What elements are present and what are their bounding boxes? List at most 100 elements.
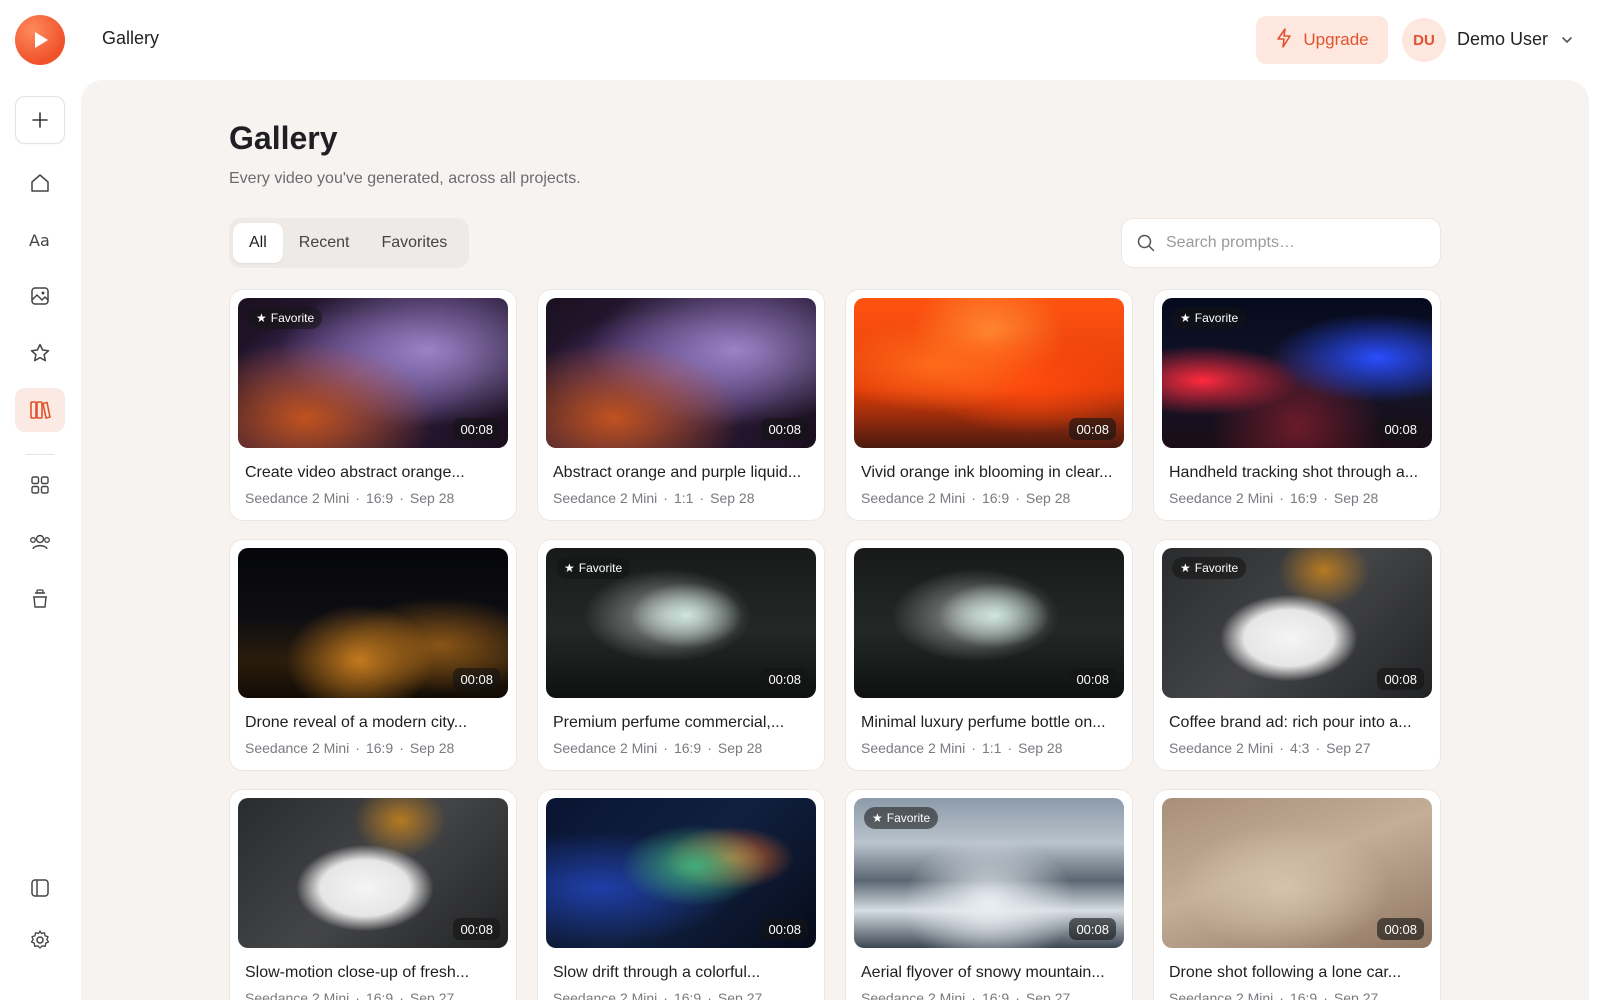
video-model: Seedance 2 Mini — [245, 740, 350, 756]
meta-separator: · — [707, 990, 712, 1000]
video-model: Seedance 2 Mini — [1169, 490, 1274, 506]
video-meta: Seedance 2 Mini · 16:9 · Sep 28 — [546, 740, 816, 756]
video-title: Coffee brand ad: rich pour into a... — [1169, 714, 1412, 731]
meta-separator: · — [1279, 990, 1284, 1000]
video-meta: Seedance 2 Mini · 16:9 · Sep 28 — [238, 490, 508, 506]
user-name[interactable]: Demo User — [1457, 29, 1548, 50]
video-ratio: 16:9 — [1289, 990, 1318, 1000]
meta-separator: · — [663, 990, 668, 1000]
chevron-down-icon[interactable] — [1560, 33, 1574, 47]
video-thumbnail[interactable]: 00:08 — [1162, 798, 1432, 948]
video-thumbnail[interactable]: ★ Favorite 00:08 — [546, 548, 816, 698]
video-ratio: 16:9 — [981, 990, 1010, 1000]
video-date: Sep 28 — [1025, 490, 1071, 506]
video-thumbnail[interactable]: ★ Favorite 00:08 — [854, 798, 1124, 948]
video-card[interactable]: 00:08 Minimal luxury perfume bottle on..… — [845, 539, 1133, 771]
meta-separator: · — [971, 490, 976, 506]
video-card[interactable]: ★ Favorite 00:08 Create video abstract or… — [229, 289, 517, 521]
sidebar-item-team[interactable] — [15, 520, 65, 564]
duration-badge: 00:08 — [1377, 418, 1424, 440]
app-logo-icon[interactable] — [15, 15, 65, 65]
video-card[interactable]: 00:08 Drone shot following a lone car...… — [1153, 789, 1441, 1000]
new-button[interactable] — [15, 96, 65, 144]
team-icon — [30, 534, 50, 550]
video-thumbnail[interactable]: ★ Favorite 00:08 — [1162, 548, 1432, 698]
video-card[interactable]: ★ Favorite 00:08 Premium perfume commerci… — [537, 539, 825, 771]
video-thumbnail[interactable]: ★ Favorite 00:08 — [238, 298, 508, 448]
video-meta: Seedance 2 Mini · 16:9 · Sep 28 — [854, 490, 1124, 506]
video-ratio: 16:9 — [673, 990, 702, 1000]
video-title: Vivid orange ink blooming in clear... — [861, 464, 1113, 481]
video-model: Seedance 2 Mini — [245, 490, 350, 506]
meta-separator: · — [1015, 990, 1020, 1000]
video-thumbnail[interactable]: 00:08 — [546, 298, 816, 448]
video-date: Sep 28 — [409, 490, 455, 506]
video-thumbnail[interactable]: 00:08 — [546, 798, 816, 948]
sidebar-item-apps[interactable] — [15, 463, 65, 507]
video-card[interactable]: 00:08 Slow-motion close-up of fresh... S… — [229, 789, 517, 1000]
video-date: Sep 27 — [1326, 740, 1371, 756]
video-meta: Seedance 2 Mini · 16:9 · Sep 27 — [854, 990, 1124, 1000]
settings-button[interactable] — [15, 918, 65, 962]
video-card[interactable]: ★ Favorite 00:08 Aerial flyover of snowy … — [845, 789, 1133, 1000]
video-thumbnail[interactable]: ★ Favorite 00:08 — [1162, 298, 1432, 448]
tab-recent[interactable]: Recent — [283, 223, 366, 263]
video-date: Sep 28 — [1333, 490, 1379, 506]
video-date: Sep 27 — [717, 990, 763, 1000]
page-title: Gallery — [229, 120, 338, 156]
video-title: Drone shot following a lone car... — [1169, 964, 1402, 981]
sidebar-toggle-button[interactable] — [15, 866, 65, 910]
video-ratio: 1:1 — [673, 490, 694, 506]
duration-badge: 00:08 — [1069, 668, 1116, 690]
star-filled-icon: ★ — [872, 811, 883, 825]
video-card[interactable]: 00:08 Vivid orange ink blooming in clear… — [845, 289, 1133, 521]
video-thumbnail[interactable]: 00:08 — [238, 548, 508, 698]
tab-favorites[interactable]: Favorites — [365, 223, 463, 263]
video-meta: Seedance 2 Mini · 4:3 · Sep 27 — [1162, 740, 1432, 756]
tab-all[interactable]: All — [233, 223, 283, 263]
favorite-badge-label: Favorite — [270, 311, 315, 325]
meta-separator: · — [1315, 740, 1321, 756]
star-filled-icon: ★ — [1180, 561, 1191, 575]
meta-separator: · — [355, 740, 360, 756]
favorite-badge: ★ Favorite — [556, 557, 631, 579]
video-model: Seedance 2 Mini — [553, 990, 658, 1000]
sidebar-item-favorites[interactable] — [15, 331, 65, 375]
sidebar-item-text[interactable]: Aa — [15, 218, 65, 262]
meta-separator: · — [399, 990, 404, 1000]
video-card[interactable]: 00:08 Drone reveal of a modern city... S… — [229, 539, 517, 771]
sidebar-item-home[interactable] — [15, 161, 65, 205]
search-input[interactable] — [1166, 234, 1426, 252]
app-title: Gallery — [102, 28, 160, 48]
search-icon — [1137, 234, 1155, 252]
sidebar-item-stack[interactable] — [15, 577, 65, 621]
video-thumbnail[interactable]: 00:08 — [854, 298, 1124, 448]
video-thumbnail[interactable]: 00:08 — [854, 548, 1124, 698]
meta-separator: · — [699, 490, 705, 506]
sidebar-item-library[interactable] — [15, 388, 65, 432]
library-icon — [30, 401, 51, 419]
main-panel: Gallery Every video you've generated, ac… — [81, 80, 1589, 1000]
video-title: Abstract orange and purple liquid... — [553, 464, 802, 481]
star-filled-icon: ★ — [1180, 311, 1191, 325]
meta-separator: · — [1015, 490, 1020, 506]
video-card[interactable]: 00:08 Abstract orange and purple liquid.… — [537, 289, 825, 521]
grid-icon — [31, 476, 49, 494]
filter-tabs: All Recent Favorites — [229, 218, 469, 268]
video-thumbnail[interactable]: 00:08 — [238, 798, 508, 948]
video-date: Sep 27 — [1333, 990, 1379, 1000]
video-meta: Seedance 2 Mini · 16:9 · Sep 27 — [238, 990, 508, 1000]
favorite-badge: ★ Favorite — [864, 807, 939, 829]
search-box[interactable] — [1121, 218, 1441, 268]
duration-badge: 00:08 — [453, 668, 500, 690]
sidebar-item-image[interactable] — [15, 274, 65, 318]
upgrade-button[interactable]: Upgrade — [1256, 16, 1388, 64]
meta-separator: · — [971, 990, 976, 1000]
video-meta: Seedance 2 Mini · 1:1 · Sep 28 — [854, 740, 1124, 756]
video-card[interactable]: ★ Favorite 00:08 Coffee brand ad: rich po… — [1153, 539, 1441, 771]
video-date: Sep 27 — [1025, 990, 1071, 1000]
video-card[interactable]: ★ Favorite 00:08 Handheld tracking shot t… — [1153, 289, 1441, 521]
meta-separator: · — [399, 740, 404, 756]
avatar[interactable]: DU — [1402, 18, 1446, 62]
video-card[interactable]: 00:08 Slow drift through a colorful... S… — [537, 789, 825, 1000]
